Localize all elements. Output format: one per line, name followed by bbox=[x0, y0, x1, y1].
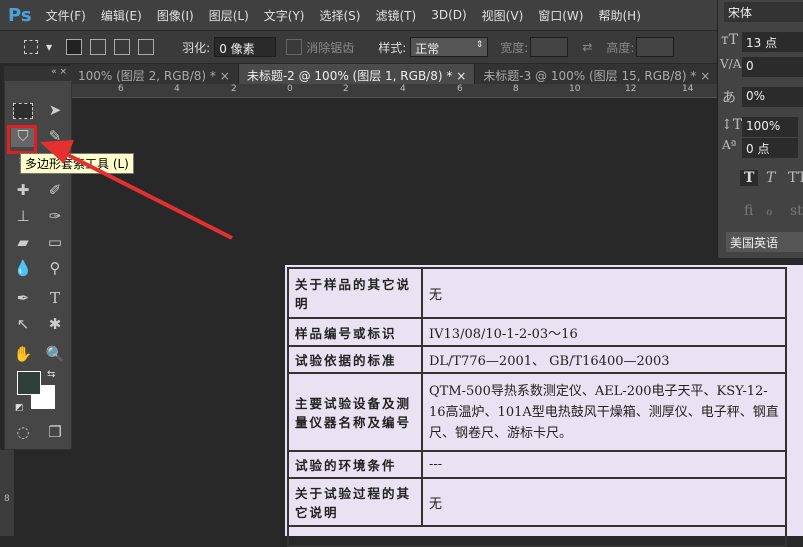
kerning-input[interactable]: 0 bbox=[742, 57, 803, 77]
row-value: IV13/08/10-1-2-03～16 bbox=[421, 317, 787, 347]
row-value: 无 bbox=[421, 477, 787, 527]
report-table: 关于样品的其它说明无 样品编号或标识 IV13/08/10-1-2-03～16 试… bbox=[287, 267, 787, 547]
vertical-scale-input[interactable]: 100% bbox=[742, 117, 798, 137]
row-key: 试验依据的标准 bbox=[287, 345, 423, 374]
row-key: 主要试验设备及测量仪器名称及编号 bbox=[287, 372, 423, 452]
language-select[interactable]: 美国英语 bbox=[726, 232, 803, 252]
arrow-head bbox=[40, 140, 74, 164]
row-value: QTM-500导热系数测定仪、AEL-200电子天平、KSY-12-16高温炉、… bbox=[421, 372, 787, 452]
vertical-scale-icon: ↕T bbox=[721, 117, 743, 133]
row-value: 无 bbox=[421, 267, 787, 319]
character-panel: 宋体 ᴛT 13 点 V/A 0 あ 0% ↕T 100% Aª 0 点 T T… bbox=[717, 0, 803, 258]
tracking-input[interactable]: 0% bbox=[742, 87, 803, 107]
baseline-shift-input[interactable]: 0 点 bbox=[742, 138, 798, 158]
row-value: DL/T776—2001、 GB/T16400—2003 bbox=[421, 345, 787, 374]
table-row: 样品编号或标识 IV13/08/10-1-2-03～16 bbox=[287, 317, 787, 347]
table-row: 关于样品的其它说明无 bbox=[287, 267, 787, 319]
table-row: 试验依据的标准 DL/T776—2001、 GB/T16400—2003 bbox=[287, 345, 787, 374]
font-size-input[interactable]: 13 点 bbox=[742, 32, 803, 52]
row-key: 试验的环境条件 bbox=[287, 450, 423, 479]
faux-bold-button[interactable]: T bbox=[740, 170, 759, 186]
row-key: 关于试验过程的其它说明 bbox=[287, 477, 423, 527]
table-row: 关于试验过程的其它说明无 bbox=[287, 477, 787, 527]
stylistic-button[interactable]: st bbox=[790, 203, 803, 219]
ligature-button[interactable]: fi bbox=[744, 203, 753, 219]
document-canvas: 关于样品的其它说明无 样品编号或标识 IV13/08/10-1-2-03～16 试… bbox=[285, 265, 803, 547]
table-row: 主要试验设备及测量仪器名称及编号 QTM-500导热系数测定仪、AEL-200电子… bbox=[287, 372, 787, 452]
all-caps-button[interactable]: TT bbox=[788, 170, 803, 186]
row-empty bbox=[287, 525, 787, 547]
tracking-icon: あ bbox=[722, 90, 736, 106]
row-key: 关于样品的其它说明 bbox=[287, 267, 423, 319]
faux-italic-button[interactable]: T bbox=[766, 170, 775, 186]
table-row bbox=[287, 525, 787, 547]
font-family-select[interactable]: 宋体 bbox=[724, 2, 803, 22]
row-key: 样品编号或标识 bbox=[287, 317, 423, 347]
row-value: --- bbox=[421, 450, 787, 479]
table-row: 试验的环境条件 --- bbox=[287, 450, 787, 479]
arrow-shaft bbox=[61, 150, 233, 240]
font-size-icon: ᴛT bbox=[721, 32, 739, 48]
discretionary-ligature-button[interactable]: ℴ bbox=[766, 203, 772, 219]
kerning-icon: V/A bbox=[720, 57, 742, 71]
baseline-shift-icon: Aª bbox=[722, 138, 737, 152]
